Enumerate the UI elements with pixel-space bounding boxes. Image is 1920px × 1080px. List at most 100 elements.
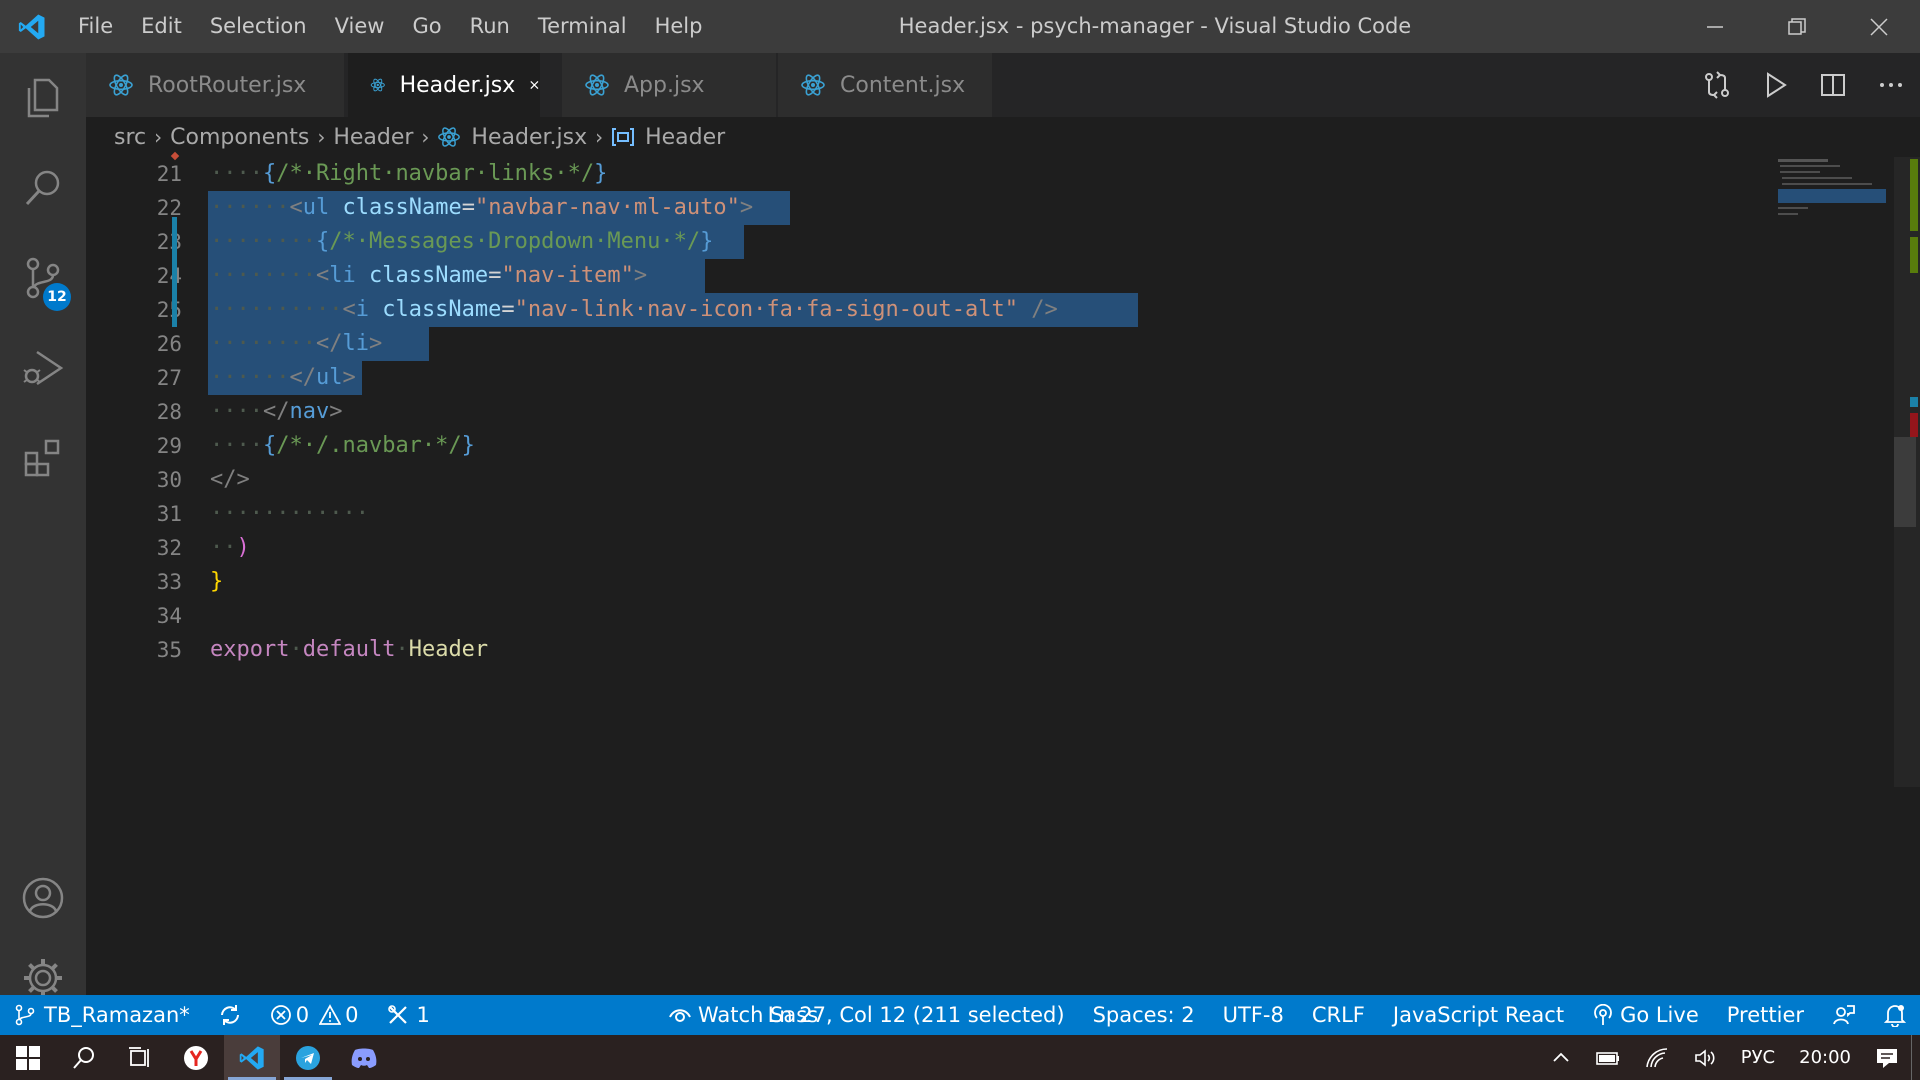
- tab-header[interactable]: Header.jsx: [348, 53, 540, 117]
- split-editor-button[interactable]: [1804, 53, 1862, 117]
- vscode-logo-icon[interactable]: [0, 0, 64, 53]
- menu-help[interactable]: Help: [641, 0, 717, 53]
- feedback-button[interactable]: [1818, 995, 1870, 1035]
- network-button[interactable]: [1633, 1035, 1681, 1080]
- run-debug-button[interactable]: [0, 323, 86, 413]
- notifications-button[interactable]: [1870, 995, 1920, 1035]
- battery-button[interactable]: [1583, 1035, 1633, 1080]
- menu-go[interactable]: Go: [398, 0, 455, 53]
- close-icon: [1870, 17, 1888, 36]
- search-icon: [25, 170, 60, 206]
- menu-run[interactable]: Run: [456, 0, 524, 53]
- notifications-icon: [1877, 1048, 1897, 1068]
- source-control-button[interactable]: 12: [0, 233, 86, 323]
- line-number: 23: [156, 230, 182, 254]
- source-control-badge: 12: [43, 283, 71, 311]
- branch-indicator[interactable]: TB_Ramazan*: [0, 995, 204, 1035]
- prettier-button[interactable]: Prettier: [1713, 995, 1818, 1035]
- accounts-button[interactable]: [0, 853, 86, 943]
- go-live-button[interactable]: Go Live: [1578, 995, 1713, 1035]
- discord-button[interactable]: [336, 1035, 392, 1080]
- restore-button[interactable]: [1756, 0, 1838, 53]
- react-icon: [438, 127, 461, 147]
- breadcrumb-header-folder[interactable]: Header: [333, 125, 413, 150]
- indentation[interactable]: Spaces: 2: [1079, 995, 1209, 1035]
- split-editor-icon: [1821, 74, 1845, 96]
- account-icon: [22, 877, 64, 919]
- git-modified-indicator: [172, 217, 177, 327]
- menu-terminal[interactable]: Terminal: [524, 0, 641, 53]
- close-tab-icon[interactable]: [529, 76, 540, 94]
- input-language[interactable]: РУС: [1729, 1035, 1787, 1080]
- action-center-button[interactable]: [1863, 1035, 1911, 1080]
- line-number: 22: [156, 196, 182, 220]
- tab-app[interactable]: App.jsx: [562, 53, 776, 117]
- search-button[interactable]: [0, 143, 86, 233]
- cursor-position[interactable]: Ln 27, Col 12 (211 selected): [754, 995, 1079, 1035]
- code-line-25: ··········<i className="nav-link·nav-ico…: [210, 297, 1058, 322]
- code-editor[interactable]: 21 22 23 24 25 26 27 28 29 30 31 32 33 34 35 ····{/*·R…: [86, 151, 1920, 995]
- breadcrumb-src[interactable]: src: [114, 125, 146, 150]
- vertical-scrollbar[interactable]: [1894, 157, 1920, 787]
- telegram-icon: [296, 1045, 320, 1070]
- breadcrumb-components[interactable]: Components: [170, 125, 309, 150]
- breadcrumb: src › Components › Header › Header.jsx ›…: [86, 117, 1920, 157]
- warning-count: 0: [345, 1003, 359, 1027]
- tray-overflow-button[interactable]: [1539, 1035, 1583, 1080]
- chevron-right-icon: ›: [595, 125, 604, 149]
- tab-content[interactable]: Content.jsx: [778, 53, 992, 117]
- ports-indicator[interactable]: 1: [373, 995, 444, 1035]
- problems-indicator[interactable]: 0 0: [256, 995, 373, 1035]
- taskbar-search-button[interactable]: [56, 1035, 112, 1080]
- telegram-button[interactable]: [280, 1035, 336, 1080]
- end-of-line[interactable]: CRLF: [1298, 995, 1379, 1035]
- explorer-button[interactable]: [0, 53, 86, 143]
- status-bar-right: Ln 27, Col 12 (211 selected) Spaces: 2 U…: [754, 995, 1920, 1035]
- code-line-26: ········</li>: [210, 331, 383, 356]
- chevron-up-icon: [1553, 1052, 1569, 1062]
- code-line-31: ············: [210, 501, 369, 526]
- start-button[interactable]: [0, 1035, 56, 1080]
- vscode-taskbar-button[interactable]: [224, 1035, 280, 1080]
- minimize-button[interactable]: [1674, 0, 1756, 53]
- chevron-right-icon: ›: [317, 125, 326, 149]
- line-number: 35: [156, 638, 182, 662]
- more-actions-button[interactable]: [1862, 53, 1920, 117]
- feedback-icon: [1833, 1005, 1855, 1025]
- task-view-button[interactable]: [112, 1035, 168, 1080]
- menu-selection[interactable]: Selection: [196, 0, 321, 53]
- line-number: 32: [156, 536, 182, 560]
- scrollbar-thumb[interactable]: [1894, 437, 1916, 527]
- line-number: 24: [156, 264, 182, 288]
- windows-logo-icon: [16, 1045, 40, 1070]
- breadcrumb-symbol[interactable]: Header: [645, 125, 725, 150]
- yandex-browser-button[interactable]: [168, 1035, 224, 1080]
- menu-edit[interactable]: Edit: [127, 0, 196, 53]
- menu-view[interactable]: View: [321, 0, 399, 53]
- ports-count: 1: [416, 1003, 430, 1027]
- chevron-right-icon: ›: [154, 125, 163, 149]
- code-line-28: ····</nav>: [210, 399, 343, 424]
- branch-name: TB_Ramazan*: [44, 1003, 190, 1027]
- line-number: 27: [156, 366, 182, 390]
- title-bar: File Edit Selection View Go Run Terminal…: [0, 0, 1920, 53]
- system-tray: РУС 20:00: [1539, 1035, 1920, 1080]
- volume-button[interactable]: [1681, 1035, 1729, 1080]
- close-window-button[interactable]: [1838, 0, 1920, 53]
- breadcrumb-file[interactable]: Header.jsx: [471, 125, 587, 150]
- show-desktop-button[interactable]: [1911, 1035, 1920, 1080]
- run-button[interactable]: [1746, 53, 1804, 117]
- sync-button[interactable]: [204, 995, 256, 1035]
- tab-label: Header.jsx: [399, 72, 516, 98]
- menu-file[interactable]: File: [64, 0, 127, 53]
- encoding[interactable]: UTF-8: [1209, 995, 1298, 1035]
- minimap[interactable]: [1772, 157, 1890, 247]
- extensions-button[interactable]: [0, 413, 86, 503]
- language-mode[interactable]: JavaScript React: [1379, 995, 1578, 1035]
- open-changes-button[interactable]: [1688, 53, 1746, 117]
- yandex-browser-icon: [184, 1045, 208, 1070]
- tab-rootrouter[interactable]: RootRouter.jsx: [86, 53, 344, 117]
- clock[interactable]: 20:00: [1787, 1035, 1863, 1080]
- compare-changes-icon: [1705, 71, 1729, 99]
- code-line-23: ········{/*·Messages·Dropdown·Menu·*/}: [210, 229, 714, 254]
